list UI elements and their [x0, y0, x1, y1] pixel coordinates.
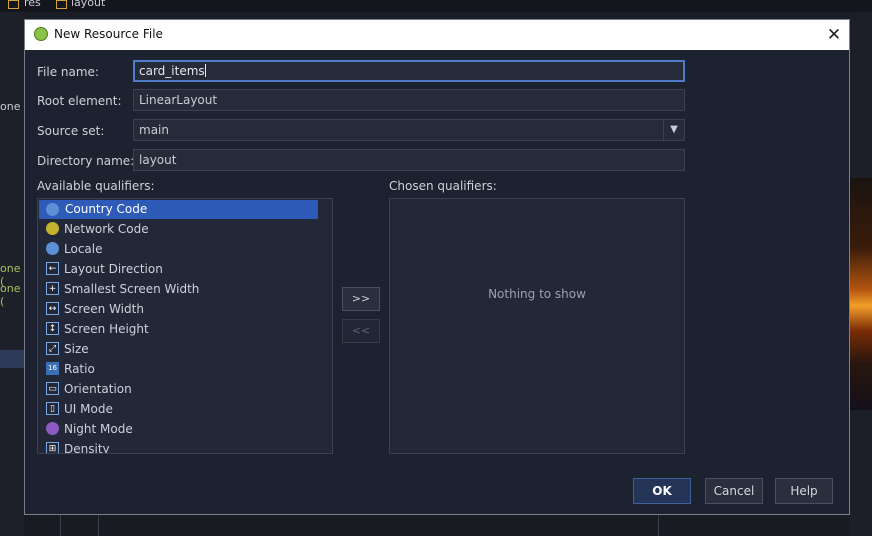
dialog-title: New Resource File: [54, 27, 163, 41]
cancel-button[interactable]: Cancel: [705, 478, 763, 504]
list-item[interactable]: Network Code: [38, 219, 332, 239]
ide-breadcrumb-bar: res layout: [0, 0, 872, 12]
breadcrumb-layout[interactable]: layout: [71, 0, 105, 9]
list-item[interactable]: ⤢ Size: [38, 339, 332, 359]
remove-qualifier-button[interactable]: <<: [342, 319, 380, 343]
source-set-label: Source set:: [37, 124, 105, 138]
breadcrumb-res[interactable]: res: [24, 0, 41, 9]
available-qualifiers-label: Available qualifiers:: [37, 179, 155, 193]
file-name-value: card_items: [139, 64, 205, 78]
source-set-dropdown[interactable]: main ▼: [133, 119, 685, 141]
project-tree-fragment: one: [0, 100, 21, 113]
direction-icon: ←: [46, 262, 59, 275]
list-item[interactable]: ⊞ Density: [38, 439, 332, 453]
android-studio-icon: [34, 27, 48, 41]
new-resource-file-dialog: New Resource File ✕ File name: card_item…: [24, 19, 850, 515]
root-element-input[interactable]: LinearLayout: [133, 89, 685, 111]
ide-project-panel: one one ( one (: [0, 12, 24, 536]
list-item[interactable]: ▯ UI Mode: [38, 399, 332, 419]
list-item[interactable]: ← Layout Direction: [38, 259, 332, 279]
project-tree-selection: [0, 350, 24, 368]
text-caret: [204, 64, 206, 77]
ok-button[interactable]: OK: [633, 478, 691, 504]
ide-editor-bottom: [24, 514, 850, 536]
orientation-icon: ▭: [46, 382, 59, 395]
globe-icon: [46, 203, 59, 216]
width-icon: ↔: [46, 302, 59, 315]
resize-icon: +: [46, 282, 59, 295]
list-item[interactable]: Country Code: [39, 200, 318, 219]
directory-name-value: layout: [139, 153, 177, 167]
preview-image: [850, 178, 872, 410]
project-tree-fragment: one (: [0, 282, 21, 308]
list-item[interactable]: Locale: [38, 239, 332, 259]
list-item[interactable]: Night Mode: [38, 419, 332, 439]
file-name-input[interactable]: card_items: [133, 60, 685, 82]
list-item[interactable]: + Smallest Screen Width: [38, 279, 332, 299]
height-icon: ↕: [46, 322, 59, 335]
help-button[interactable]: Help: [775, 478, 833, 504]
night-mode-icon: [46, 422, 59, 435]
globe-icon: [46, 242, 59, 255]
size-icon: ⤢: [46, 342, 59, 355]
directory-name-input[interactable]: layout: [133, 149, 685, 171]
close-button[interactable]: ✕: [819, 20, 849, 50]
root-element-value: LinearLayout: [139, 93, 218, 107]
dialog-titlebar: New Resource File ✕: [25, 20, 849, 50]
file-name-label: File name:: [37, 65, 99, 79]
list-item[interactable]: ↔ Screen Width: [38, 299, 332, 319]
list-item[interactable]: 16 Ratio: [38, 359, 332, 379]
folder-icon: [56, 0, 67, 9]
chevron-down-icon[interactable]: ▼: [663, 120, 684, 140]
chosen-qualifiers-label: Chosen qualifiers:: [389, 179, 497, 193]
folder-icon: [8, 0, 19, 9]
available-qualifiers-list[interactable]: Country Code Network Code Locale ← Layou…: [37, 198, 333, 454]
ui-mode-icon: ▯: [46, 402, 59, 415]
source-set-value: main: [139, 123, 169, 137]
list-item[interactable]: ↕ Screen Height: [38, 319, 332, 339]
empty-state-text: Nothing to show: [488, 287, 586, 301]
network-icon: [46, 222, 59, 235]
directory-name-label: Directory name:: [37, 154, 135, 168]
list-item[interactable]: ▭ Orientation: [38, 379, 332, 399]
root-element-label: Root element:: [37, 94, 122, 108]
density-icon: ⊞: [46, 442, 59, 453]
ratio-icon: 16: [46, 362, 59, 375]
add-qualifier-button[interactable]: >>: [342, 287, 380, 311]
chosen-qualifiers-list[interactable]: Nothing to show: [389, 198, 685, 454]
